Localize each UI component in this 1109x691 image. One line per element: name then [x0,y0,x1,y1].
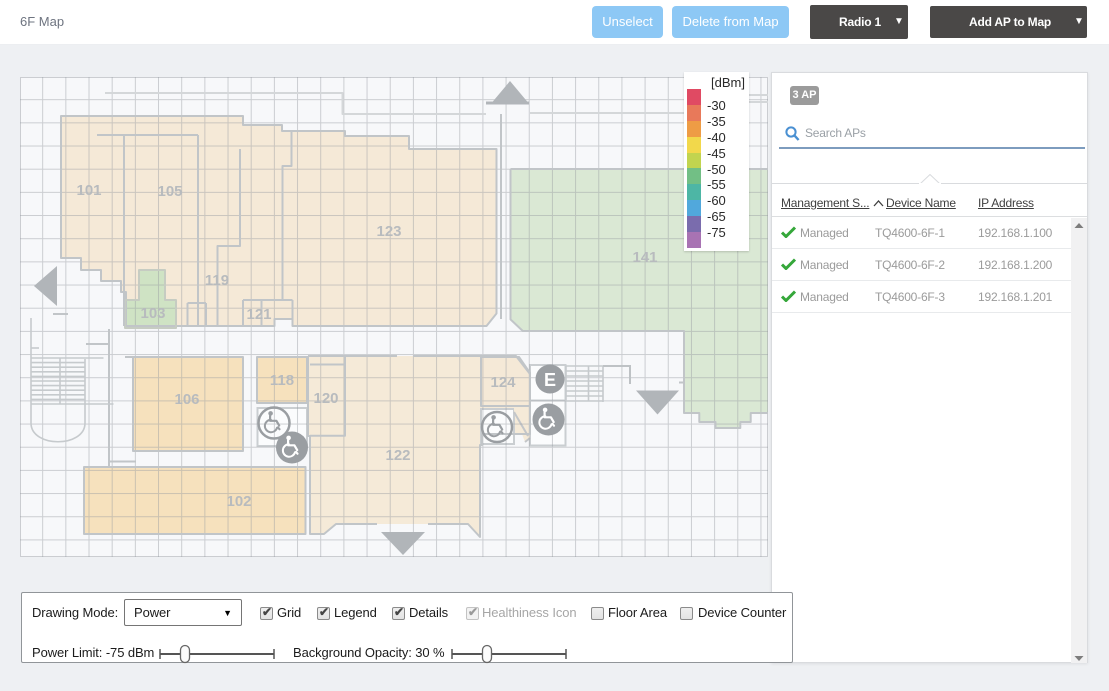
svg-text:120: 120 [313,390,338,407]
svg-text:119: 119 [205,272,229,289]
svg-text:106: 106 [174,391,199,408]
svg-text:103: 103 [140,305,165,322]
svg-text:102: 102 [226,493,251,510]
svg-text:123: 123 [376,223,401,240]
svg-text:141: 141 [632,249,657,266]
svg-text:105: 105 [157,183,182,200]
svg-text:121: 121 [246,306,271,323]
svg-text:122: 122 [385,447,410,464]
svg-text:124: 124 [490,374,516,391]
svg-text:101: 101 [76,182,101,199]
svg-text:118: 118 [270,372,294,389]
svg-text:E: E [544,370,556,390]
